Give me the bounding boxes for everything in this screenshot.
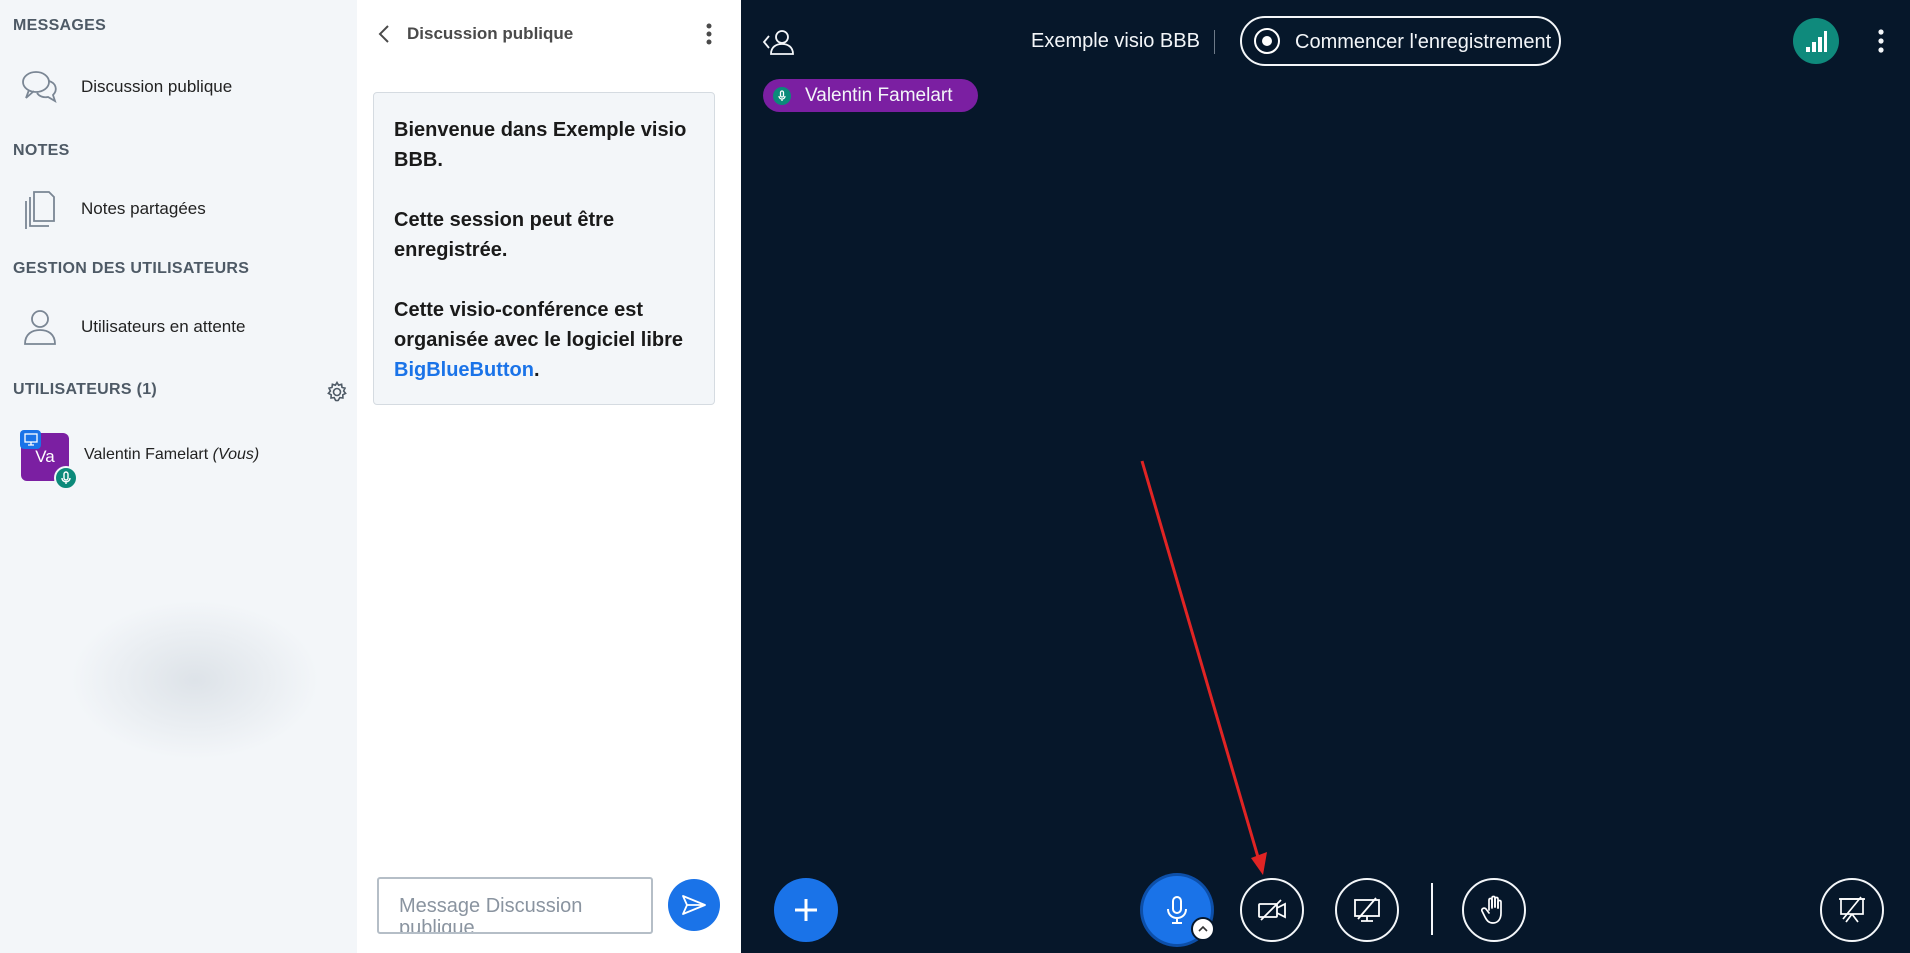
record-label: Commencer l'enregistrement xyxy=(1295,31,1552,53)
record-icon xyxy=(1254,28,1280,54)
chat-title: Discussion publique xyxy=(407,24,574,43)
share-screen-button[interactable] xyxy=(1335,878,1399,942)
sidebar-item-public-chat[interactable]: Discussion publique xyxy=(0,59,357,115)
actions-button[interactable] xyxy=(774,878,838,942)
user-list-panel: MESSAGES Discussion publique NOTES Notes… xyxy=(0,0,357,953)
send-icon xyxy=(682,895,706,915)
chat-header: Discussion publique xyxy=(357,0,741,68)
controls-divider xyxy=(1431,883,1433,935)
microphone-icon xyxy=(773,86,791,105)
welcome-message: Bienvenue dans Exemple visio BBB. Cette … xyxy=(373,92,715,405)
presentation-button[interactable] xyxy=(1820,878,1884,942)
meeting-title: Exemple visio BBB xyxy=(1031,30,1200,52)
raise-hand-button[interactable] xyxy=(1462,878,1526,942)
user-name-text: Valentin Famelart xyxy=(84,446,209,463)
annotation-arrow xyxy=(1140,460,1267,875)
sidebar-item-label: Notes partagées xyxy=(81,199,206,218)
presentation-icon xyxy=(1839,896,1865,923)
welcome-line-1: Bienvenue dans Exemple visio BBB. xyxy=(394,119,687,171)
users-section-title: UTILISATEURS (1) xyxy=(13,381,158,398)
microphone-icon xyxy=(1167,896,1187,924)
chat-panel: Discussion publique Bienvenue dans Exemp… xyxy=(357,0,741,953)
message-input[interactable]: Message Discussion publique xyxy=(377,877,653,934)
microphone-icon xyxy=(54,466,78,490)
user-name: Valentin Famelart (Vous) xyxy=(84,446,259,464)
user-management-section-title: GESTION DES UTILISATEURS xyxy=(13,260,250,277)
gear-icon[interactable] xyxy=(324,379,350,405)
welcome-line-2: Cette session peut être enregistrée. xyxy=(394,209,615,261)
you-suffix: (Vous) xyxy=(212,446,260,463)
more-options-icon[interactable] xyxy=(697,20,721,48)
user-icon xyxy=(20,307,60,347)
audio-options-button[interactable] xyxy=(1191,917,1215,941)
connection-status-button[interactable] xyxy=(1793,18,1839,64)
messages-section-title: MESSAGES xyxy=(13,17,107,34)
chevron-up-icon xyxy=(1198,925,1208,932)
user-list-item[interactable]: Va Valentin Famelart (Vous) xyxy=(0,428,357,490)
send-button[interactable] xyxy=(668,879,720,931)
more-options-icon[interactable] xyxy=(1871,24,1891,58)
main-area: Exemple visio BBB Commencer l'enregistre… xyxy=(741,0,1910,953)
sidebar-item-label: Utilisateurs en attente xyxy=(81,317,246,336)
chat-bubbles-icon xyxy=(20,67,60,107)
welcome-line-3-text: Cette visio-conférence est organisée ave… xyxy=(394,299,684,351)
screenshare-off-icon xyxy=(1354,897,1380,922)
document-icon xyxy=(20,189,60,229)
raise-hand-icon xyxy=(1481,895,1502,924)
sidebar-item-label: Discussion publique xyxy=(81,77,233,96)
bigbluebutton-link[interactable]: BigBlueButton xyxy=(394,359,534,381)
chevron-left-icon[interactable] xyxy=(373,22,395,46)
sidebar-item-waiting-users[interactable]: Utilisateurs en attente xyxy=(0,299,357,355)
talking-indicator[interactable]: Valentin Famelart xyxy=(763,79,978,112)
signal-bars-icon xyxy=(1806,31,1827,52)
start-recording-button[interactable]: Commencer l'enregistrement xyxy=(1240,16,1561,66)
background-decoration xyxy=(70,600,320,760)
plus-icon xyxy=(795,899,817,921)
welcome-end: . xyxy=(533,359,540,381)
share-webcam-button[interactable] xyxy=(1240,878,1304,942)
presenter-icon xyxy=(20,430,41,449)
title-divider xyxy=(1214,30,1215,54)
notes-section-title: NOTES xyxy=(13,142,70,159)
user-list-toggle-icon xyxy=(762,30,794,55)
talker-name: Valentin Famelart xyxy=(805,84,953,106)
toggle-user-list-button[interactable] xyxy=(761,26,797,58)
welcome-line-3: Cette visio-conférence est organisée ave… xyxy=(394,295,694,385)
camera-off-icon xyxy=(1258,899,1286,921)
sidebar-item-shared-notes[interactable]: Notes partagées xyxy=(0,181,357,237)
